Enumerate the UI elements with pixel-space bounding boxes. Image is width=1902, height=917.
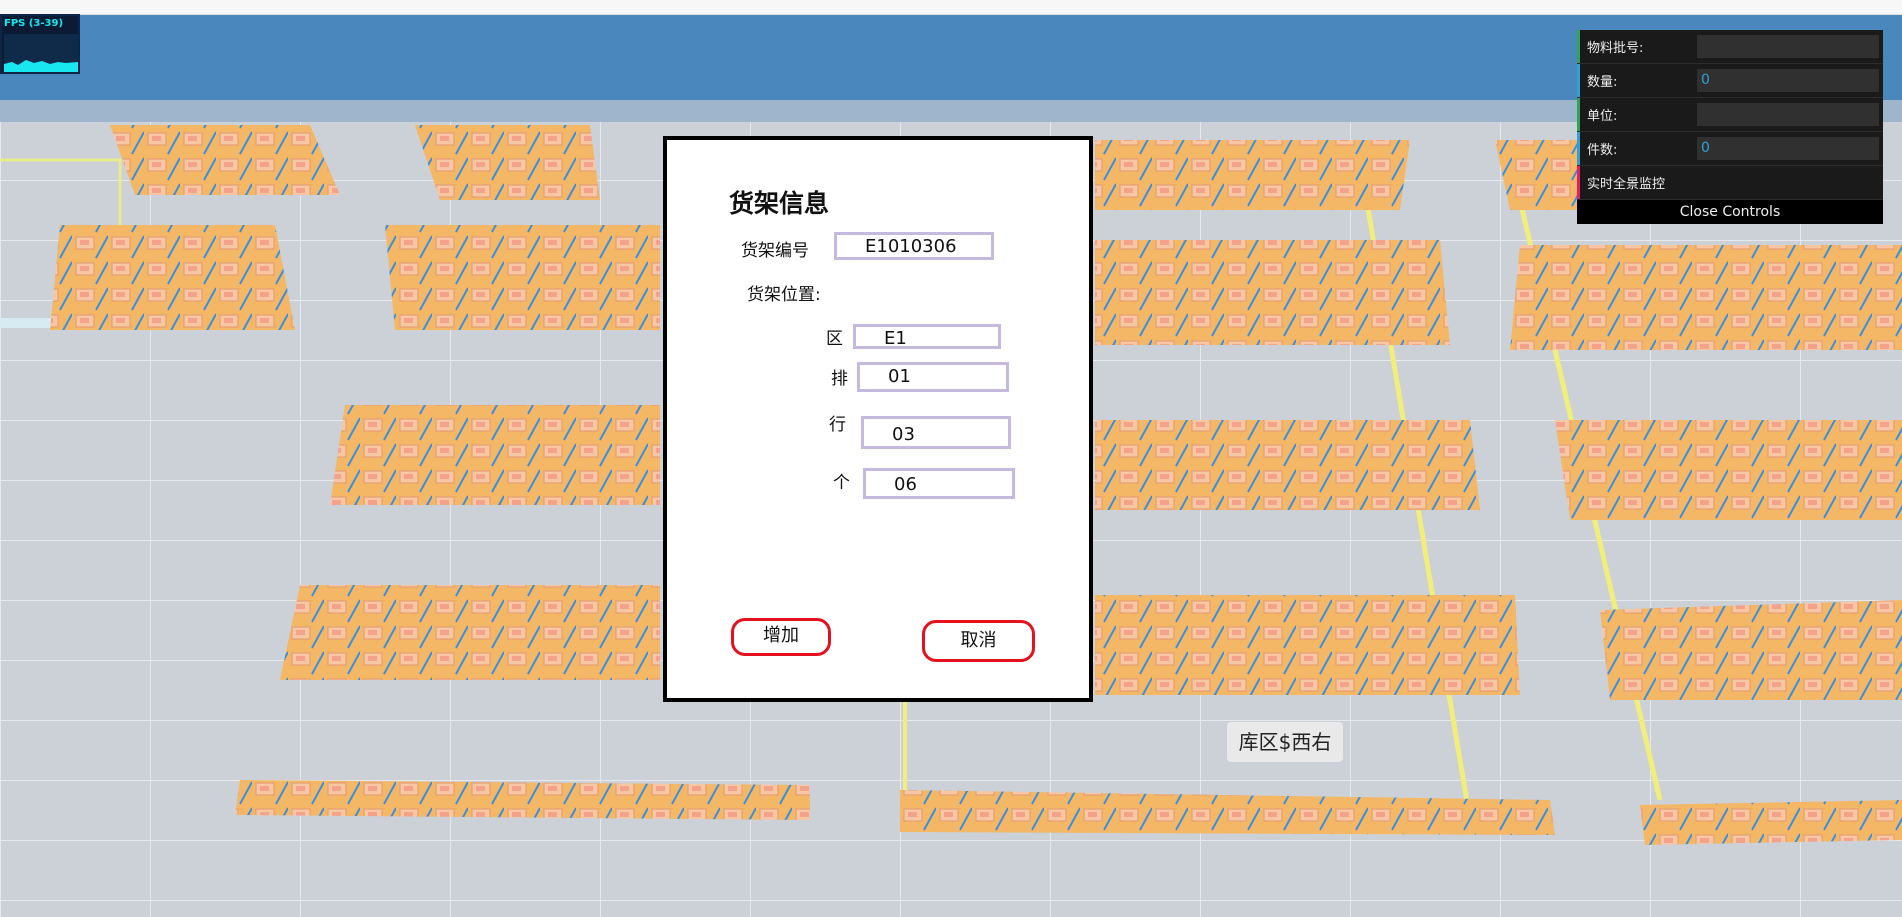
controls-row-input[interactable]: 0 xyxy=(1697,69,1879,92)
unit-field[interactable]: 06 xyxy=(863,468,1015,499)
shelf-no-label: 货架编号 xyxy=(741,241,809,261)
add-button[interactable]: 增加 xyxy=(731,618,831,656)
unit-label: 个 xyxy=(833,473,850,493)
controls-row-input[interactable] xyxy=(1697,35,1879,58)
row-field[interactable]: 01 xyxy=(857,362,1009,392)
row-accent xyxy=(1577,64,1580,97)
fps-monitor: FPS (3-39) xyxy=(0,14,80,74)
controls-row-input[interactable]: 0 xyxy=(1697,137,1879,160)
line-field[interactable]: 03 xyxy=(861,416,1011,449)
controls-row[interactable]: 实时全景监控 xyxy=(1577,166,1883,200)
controls-row-label: 实时全景监控 xyxy=(1587,177,1666,192)
controls-row-input[interactable] xyxy=(1697,103,1879,126)
controls-row-label: 件数: xyxy=(1587,143,1618,158)
row-accent xyxy=(1577,98,1580,131)
row-accent xyxy=(1577,166,1580,199)
shelf-info-dialog: 货架信息 货架编号 E1010306 货架位置: 区 E1 排 01 行 03 … xyxy=(663,136,1093,702)
shelf-position-label: 货架位置: xyxy=(747,285,821,305)
row-label: 排 xyxy=(831,369,848,389)
controls-row-label: 单位: xyxy=(1587,109,1618,124)
dialog-title: 货架信息 xyxy=(729,189,830,218)
controls-row[interactable]: 单位: xyxy=(1577,98,1883,132)
browser-top-strip xyxy=(0,0,1902,15)
controls-panel: 物料批号: 数量: 0 单位: 件数: 0 实时全景监控 Close Controls xyxy=(1577,30,1883,224)
row-accent xyxy=(1577,30,1580,63)
row-accent xyxy=(1577,132,1580,165)
cancel-button[interactable]: 取消 xyxy=(922,620,1035,662)
controls-row[interactable]: 数量: 0 xyxy=(1577,64,1883,98)
controls-row-label: 数量: xyxy=(1587,75,1618,90)
controls-row[interactable]: 件数: 0 xyxy=(1577,132,1883,166)
shelf-no-field[interactable]: E1010306 xyxy=(834,232,994,260)
controls-row[interactable]: 物料批号: xyxy=(1577,30,1883,64)
zone-label: 区 xyxy=(826,329,843,349)
area-label[interactable]: 库区$西右 xyxy=(1227,722,1343,762)
fps-label: FPS (3-39) xyxy=(4,18,64,29)
fps-graph xyxy=(4,34,78,72)
line-label: 行 xyxy=(829,415,846,435)
close-controls-button[interactable]: Close Controls xyxy=(1577,200,1883,224)
controls-row-label: 物料批号: xyxy=(1587,41,1644,56)
zone-field[interactable]: E1 xyxy=(853,324,1001,349)
